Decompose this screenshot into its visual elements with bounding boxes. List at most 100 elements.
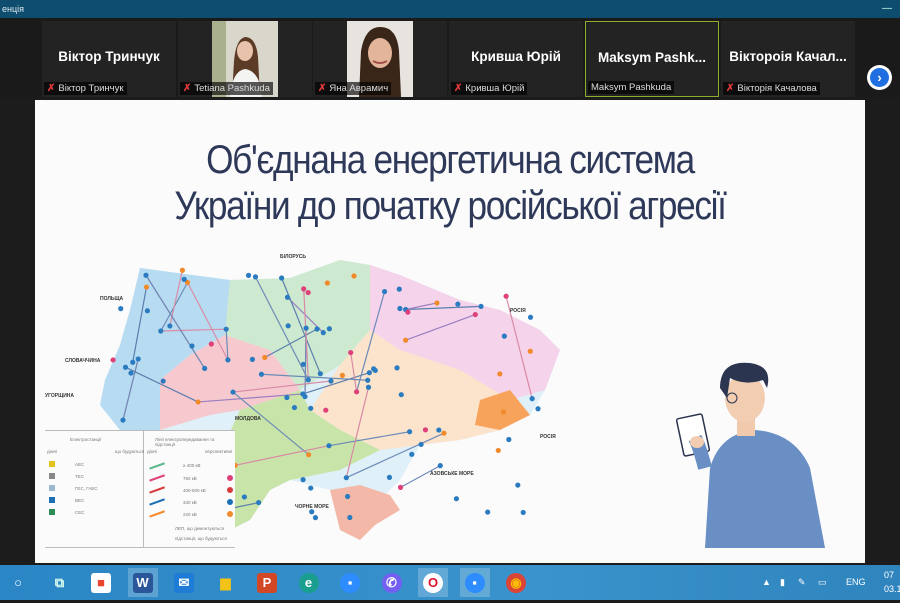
substation-marker (160, 378, 166, 384)
substation-marker (110, 357, 116, 363)
substation-marker (535, 406, 541, 412)
line-symbol-icon (149, 474, 165, 482)
window-title: енція (2, 4, 25, 14)
taskbar-powerpoint-button[interactable]: P (252, 568, 282, 597)
taskbar-word-button[interactable]: W (127, 568, 158, 597)
minimize-button[interactable]: — (882, 0, 892, 18)
line-symbol-icon (149, 462, 165, 469)
substation-marker (225, 357, 231, 363)
substation-marker (314, 326, 320, 332)
microphone-icon[interactable]: ▮ (780, 565, 785, 600)
substation-marker (167, 323, 173, 329)
substation-marker (527, 348, 533, 354)
participant-tile[interactable]: ✗ Яна Аврамич (313, 21, 447, 97)
substation-marker (120, 417, 126, 423)
mic-muted-icon: ✗ (318, 83, 327, 94)
substation-marker (262, 354, 268, 361)
substation-marker (386, 474, 393, 480)
substation-marker (306, 452, 312, 458)
legend-voltage-row: 400-500 кВ (149, 486, 233, 494)
map-label: ЧОРНЕ МОРЕ (295, 504, 329, 510)
language-indicator[interactable]: ENG (846, 565, 866, 600)
task-view-icon: ⧉ (54, 574, 65, 590)
legend-plant-row: ВЕС (49, 497, 84, 503)
substation-marker (241, 494, 247, 500)
legend-sub: що будуються (115, 449, 145, 454)
substation-marker (418, 441, 424, 448)
substation-marker (365, 384, 372, 390)
file-explorer-icon: ▆ (220, 574, 231, 590)
slide-title-line2: України до початку російської агресії (174, 184, 727, 228)
participant-name-tag: ✗ Яна Аврамич (315, 82, 392, 95)
taskbar-task-view-button[interactable]: ⧉ (45, 568, 75, 597)
pen-icon[interactable]: ✎ (798, 565, 806, 600)
participant-tile[interactable]: Віктороія Качал... ✗ Вікторія Качалова (721, 21, 855, 97)
substation-marker (497, 371, 503, 377)
map-label: МОЛДОВА (235, 416, 261, 422)
participant-tile[interactable]: Кривша Юрій ✗ Кривша Юрій (449, 21, 583, 97)
participant-display-name: Віктороія Качал... (729, 49, 847, 64)
taskbar-chrome-button[interactable]: ◉ (501, 568, 531, 597)
substation-marker (381, 288, 388, 295)
substation-marker (527, 314, 534, 320)
clock[interactable]: 07 03.11 (884, 568, 900, 603)
substation-marker (118, 306, 124, 312)
legend-plant-row: СЕС (49, 509, 85, 515)
substation-marker (397, 305, 403, 312)
slide-title-line1: Об'єднана енергетична система (206, 138, 695, 182)
show-hidden-icons-button[interactable]: ▲ (762, 565, 771, 600)
legend-plant-row: АЕС (49, 461, 84, 467)
participant-tile[interactable]: ✗ Tetiana Pashkuda (178, 21, 312, 97)
map-label: АЗОВСЬКЕ МОРЕ (430, 471, 474, 477)
taskbar-file-explorer-button[interactable]: ▆ (211, 568, 241, 597)
mic-muted-icon: ✗ (726, 83, 735, 94)
substation-marker (324, 280, 330, 286)
substation-marker (348, 349, 354, 356)
substation-marker (308, 485, 314, 491)
window-titlebar: енція — (0, 0, 900, 18)
taskbar-search-button[interactable]: ○ (3, 568, 33, 597)
legend-plant-label: АЕС (75, 461, 85, 467)
substation-marker (437, 463, 443, 469)
participant-name-tag: ✗ Кривша Юрій (451, 82, 528, 95)
participant-name-tag: ✗ Вікторія Качалова (723, 82, 820, 95)
substation-marker (303, 325, 309, 331)
substation-marker (347, 514, 353, 521)
substation-marker (130, 359, 136, 365)
legend-plant-row: ГЕС, ГАЕС (49, 485, 98, 491)
map-legend: Електростанції Лінії електропередавання … (45, 430, 235, 548)
taskbar-viber-button[interactable]: ✆ (377, 568, 407, 597)
participant-name: Віктор Тринчук (58, 83, 124, 94)
substation-marker (317, 371, 323, 377)
substation-marker (506, 436, 512, 443)
substation-marker (371, 366, 377, 372)
taskbar-opera-button[interactable]: O (418, 568, 448, 597)
substation-marker (515, 482, 521, 488)
taskbar-zoom-button[interactable]: ▪ (335, 568, 365, 597)
substation-symbol-icon (227, 475, 233, 481)
windows-taskbar: ○ ⧉ ■ W ✉ ▆ Pe ▪ ✆ O ▪ ◉ ▲ ▮ ✎ ▭ ENG 07 03.11 (0, 565, 900, 600)
legend-voltage-label: 330 кВ (183, 499, 197, 505)
substation-marker (300, 361, 306, 367)
substation-marker (300, 391, 306, 397)
substation-marker (323, 407, 329, 413)
substation-marker (291, 404, 298, 411)
keyboard-icon[interactable]: ▭ (818, 565, 827, 600)
substation-marker (179, 267, 186, 273)
legend-voltage-label: ≥ 400 кВ (183, 463, 201, 468)
participant-tile[interactable]: Віктор Тринчук ✗ Віктор Тринчук (42, 21, 176, 97)
line-symbol-icon (149, 510, 165, 518)
substation-marker (397, 484, 404, 490)
participant-tile-active-speaker[interactable]: Maksym Pashk... Maksym Pashkuda (585, 21, 719, 97)
substation-marker (366, 370, 372, 376)
substation-marker (396, 286, 402, 292)
plant-symbol-icon (49, 485, 55, 491)
next-participants-button[interactable]: › (867, 65, 892, 90)
taskbar-mail-button[interactable]: ✉ (169, 568, 199, 597)
participant-name: Tetiana Pashkuda (194, 83, 270, 94)
taskbar-edge-button[interactable]: e (294, 568, 324, 597)
taskbar-microsoft-store-button[interactable]: ■ (86, 568, 116, 597)
zoom-icon: ▪ (464, 572, 485, 593)
legend-plant-label: ВЕС (75, 497, 85, 503)
taskbar-zoom-button[interactable]: ▪ (459, 568, 490, 597)
